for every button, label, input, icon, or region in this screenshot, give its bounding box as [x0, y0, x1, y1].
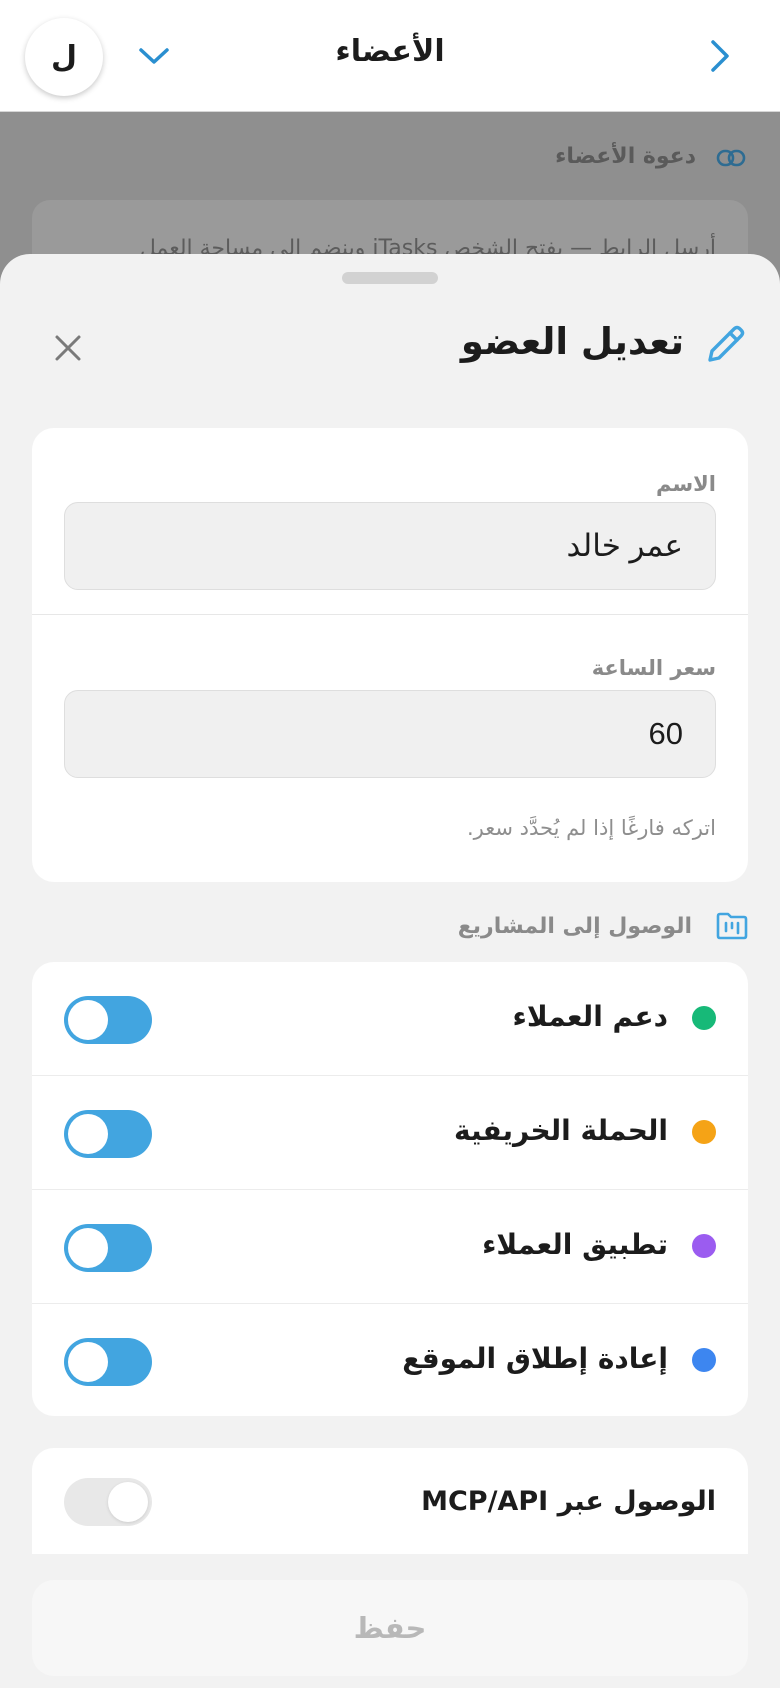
project-access-toggle[interactable]: [64, 1224, 152, 1272]
folder-kanban-icon: [716, 912, 748, 940]
sheet-title: تعديل العضو: [460, 320, 684, 363]
project-color-dot: [692, 1234, 716, 1258]
workspace-dropdown-button[interactable]: [134, 36, 174, 76]
invite-members-section-title: دعوة الأعضاء: [555, 144, 696, 169]
avatar-letter: ل: [50, 39, 78, 75]
toggle-knob: [68, 1000, 108, 1040]
project-row: إعادة إطلاق الموقع: [32, 1304, 748, 1418]
toggle-knob: [68, 1114, 108, 1154]
close-button[interactable]: [46, 326, 90, 370]
back-button[interactable]: [700, 34, 740, 78]
project-color-dot: [692, 1006, 716, 1030]
toggle-knob: [108, 1482, 148, 1522]
top-navigation-bar: الأعضاء ل: [0, 0, 780, 112]
hourly-rate-input[interactable]: [64, 690, 716, 778]
project-color-dot: [692, 1120, 716, 1144]
project-color-dot: [692, 1348, 716, 1372]
name-label: الاسم: [656, 472, 716, 496]
hourly-rate-hint: اتركه فارغًا إذا لم يُحدَّد سعر.: [466, 816, 716, 840]
mcp-api-access-label: الوصول عبر MCP/API: [421, 1486, 716, 1517]
project-access-toggle[interactable]: [64, 996, 152, 1044]
project-name: الحملة الخريفية: [453, 1114, 668, 1147]
project-access-toggle[interactable]: [64, 1338, 152, 1386]
project-name: تطبيق العملاء: [482, 1228, 668, 1261]
pencil-icon: [708, 325, 745, 362]
project-access-toggle[interactable]: [64, 1110, 152, 1158]
toggle-knob: [68, 1228, 108, 1268]
name-input[interactable]: [64, 502, 716, 590]
projects-access-title: الوصول إلى المشاريع: [457, 914, 692, 939]
project-row: تطبيق العملاء: [32, 1190, 748, 1304]
avatar[interactable]: ل: [25, 18, 103, 96]
link-icon: [716, 149, 746, 167]
project-name: إعادة إطلاق الموقع: [402, 1342, 668, 1375]
mcp-api-access-card: الوصول عبر MCP/API: [32, 1448, 748, 1554]
page-title: الأعضاء: [335, 34, 445, 69]
sheet-drag-handle[interactable]: [342, 272, 438, 284]
chevron-down-icon: [139, 48, 169, 64]
save-button[interactable]: حفظ: [32, 1580, 748, 1676]
chevron-right-icon: [711, 40, 729, 72]
hourly-rate-label: سعر الساعة: [591, 656, 716, 680]
toggle-knob: [68, 1342, 108, 1382]
project-name: دعم العملاء: [512, 1000, 668, 1033]
project-row: دعم العملاء: [32, 962, 748, 1076]
projects-access-card: دعم العملاء الحملة الخريفية تطبيق العملا…: [32, 962, 748, 1416]
project-row: الحملة الخريفية: [32, 1076, 748, 1190]
close-icon: [55, 335, 81, 361]
mcp-api-access-toggle[interactable]: [64, 1478, 152, 1526]
form-divider: [32, 614, 748, 615]
member-details-card: الاسم سعر الساعة اتركه فارغًا إذا لم يُح…: [32, 428, 748, 882]
edit-member-sheet: تعديل العضو الاسم سعر الساعة اتركه فارغً…: [0, 254, 780, 1688]
